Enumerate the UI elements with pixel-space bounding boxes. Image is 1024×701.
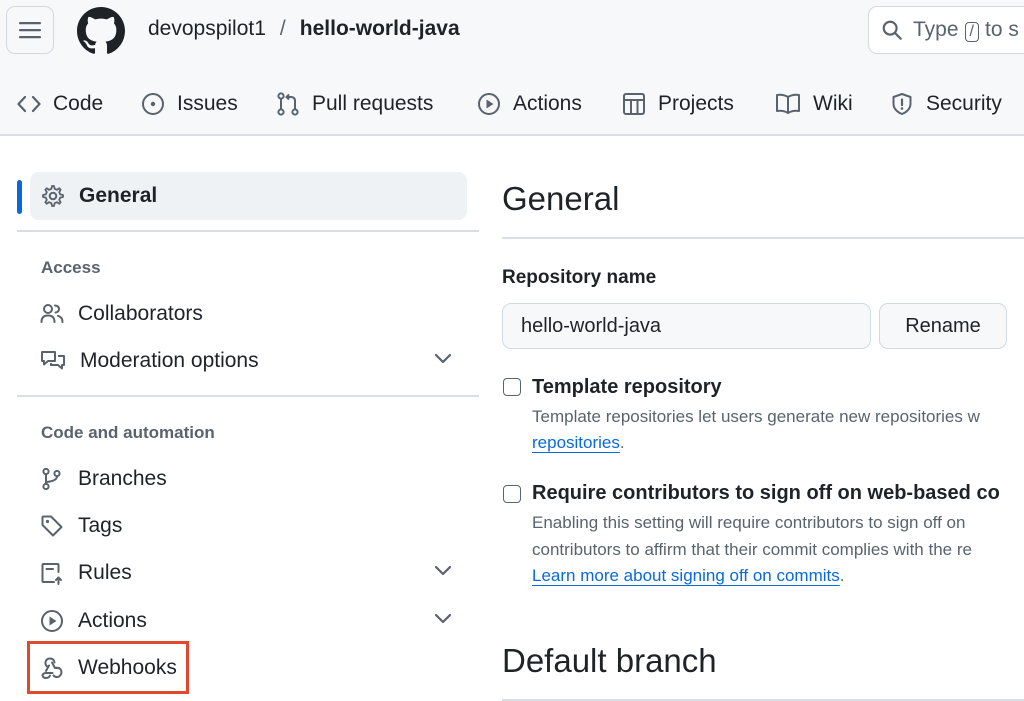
sidebar-item-collaborators[interactable]: Collaborators — [40, 294, 460, 334]
sidebar-item-actions-label: Actions — [78, 609, 147, 632]
chevron-down-icon[interactable] — [434, 613, 452, 625]
pull-request-icon — [277, 92, 299, 116]
play-icon — [478, 93, 500, 115]
template-repository-description: Template repositories let users generate… — [532, 407, 980, 426]
code-icon — [17, 95, 41, 113]
book-icon — [776, 93, 800, 114]
hamburger-menu-button[interactable] — [6, 6, 54, 54]
tab-pull-requests[interactable]: Pull requests — [276, 84, 433, 124]
branch-icon — [42, 467, 61, 491]
sidebar-heading-access: Access — [41, 258, 101, 277]
require-signoff-link-line: Learn more about signing off on commits. — [532, 566, 845, 585]
search-shortcut-key: / — [964, 22, 979, 42]
tab-code-label: Code — [53, 92, 104, 115]
title-divider — [502, 237, 1024, 239]
sidebar-divider — [17, 230, 479, 232]
tab-actions-label: Actions — [513, 92, 582, 115]
play-icon — [41, 610, 63, 632]
sidebar-item-tags-label: Tags — [78, 514, 123, 537]
sidebar-item-tags[interactable]: Tags — [40, 506, 460, 546]
tab-issues-label: Issues — [177, 92, 238, 115]
tab-security[interactable]: Security — [890, 84, 1002, 124]
sidebar-item-branches-label: Branches — [78, 467, 167, 490]
breadcrumb: devopspilot1 / hello-world-java — [148, 17, 460, 41]
search-box[interactable]: Type / to s — [868, 6, 1024, 54]
require-signoff-description-2: contributors to affirm that their commit… — [532, 540, 972, 559]
sidebar-item-general[interactable]: General — [30, 172, 467, 220]
sidebar-item-rules-label: Rules — [78, 561, 132, 584]
repository-name-label: Repository name — [502, 267, 657, 288]
sidebar-item-collaborators-label: Collaborators — [78, 302, 203, 325]
issue-icon — [142, 93, 164, 115]
breadcrumb-repo[interactable]: hello-world-java — [300, 17, 460, 41]
template-repositories-link[interactable]: repositories — [532, 433, 620, 452]
template-repository-checkbox[interactable] — [503, 378, 521, 396]
sidebar-heading-code-automation: Code and automation — [41, 423, 215, 442]
webhooks-highlight-box — [27, 641, 189, 694]
require-signoff-checkbox[interactable] — [503, 485, 521, 503]
shield-icon — [892, 93, 912, 115]
template-repository-title: Template repository — [532, 376, 722, 398]
require-signoff-description-1: Enabling this setting will require contr… — [532, 513, 966, 532]
search-icon — [882, 20, 902, 40]
rules-icon — [41, 563, 62, 585]
comment-discussion-icon — [41, 351, 65, 370]
sidebar-item-branches[interactable]: Branches — [40, 459, 460, 499]
sidebar-item-actions[interactable]: Actions — [40, 601, 460, 641]
people-icon — [40, 304, 64, 323]
active-indicator — [17, 180, 22, 214]
tab-wiki[interactable]: Wiki — [775, 84, 853, 124]
sidebar-item-rules[interactable]: Rules — [40, 553, 460, 593]
tab-security-label: Security — [926, 92, 1002, 115]
tab-code[interactable]: Code — [17, 84, 103, 124]
sidebar-divider — [17, 395, 479, 397]
sidebar-item-moderation-label: Moderation options — [80, 349, 259, 372]
template-repository-link-line: repositories. — [532, 433, 625, 452]
tab-issues[interactable]: Issues — [141, 84, 238, 124]
default-branch-divider — [502, 699, 1024, 701]
chevron-down-icon[interactable] — [434, 353, 452, 365]
hamburger-icon — [19, 22, 41, 39]
require-signoff-title: Require contributors to sign off on web-… — [532, 482, 1000, 504]
search-placeholder: Type / to s — [913, 18, 1019, 42]
sidebar-item-moderation[interactable]: Moderation options — [40, 341, 460, 381]
repo-header: devopspilot1 / hello-world-java Type / to … — [0, 0, 1024, 136]
tag-icon — [41, 515, 63, 537]
breadcrumb-owner[interactable]: devopspilot1 — [148, 17, 266, 41]
signing-off-commits-link[interactable]: Learn more about signing off on commits — [532, 566, 840, 585]
tab-wiki-label: Wiki — [813, 92, 853, 115]
page-title: General — [502, 180, 620, 217]
breadcrumb-separator: / — [279, 17, 286, 40]
repository-name-input[interactable] — [502, 303, 871, 349]
gear-icon — [42, 185, 64, 207]
sidebar-item-general-label: General — [79, 184, 158, 207]
default-branch-title: Default branch — [502, 642, 717, 679]
tab-actions[interactable]: Actions — [477, 84, 582, 124]
table-icon — [623, 93, 645, 115]
chevron-down-icon[interactable] — [434, 565, 452, 577]
github-logo-icon[interactable] — [77, 7, 125, 55]
rename-button[interactable]: Rename — [879, 303, 1007, 349]
tab-pull-requests-label: Pull requests — [312, 92, 434, 115]
tab-projects-label: Projects — [658, 92, 734, 115]
tab-projects[interactable]: Projects — [622, 84, 734, 124]
